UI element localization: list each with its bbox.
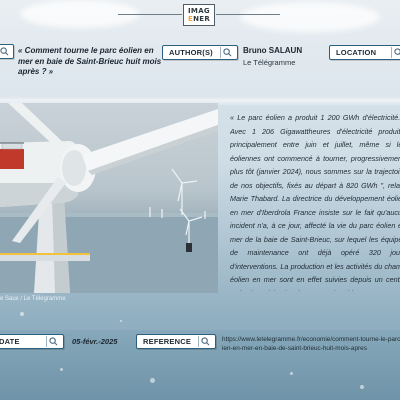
search-icon: [198, 336, 212, 347]
bubble: [360, 385, 364, 389]
location-tag: LOCATION: [329, 45, 400, 60]
bubble: [290, 372, 293, 375]
logo: IMAG ENER: [183, 4, 215, 26]
bubble: [150, 378, 155, 383]
reference-label: REFERENCE: [143, 337, 192, 346]
date-label: DATE: [0, 337, 20, 346]
reference-tag: REFERENCE: [136, 334, 216, 349]
authors-tag: AUTHOR(S): [162, 45, 238, 60]
search-icon: [391, 47, 400, 58]
cloud: [240, 2, 380, 32]
bubble: [60, 368, 63, 371]
article-excerpt: « Le parc éolien a produit 1 200 GWh d'é…: [230, 113, 400, 291]
location-label: LOCATION: [336, 48, 377, 57]
reference-link[interactable]: https://www.letelegramme.fr/economie/com…: [222, 335, 400, 353]
date-tag: DATE: [0, 334, 64, 349]
article-title: « Comment tourne le parc éolien en mer e…: [18, 46, 162, 76]
search-icon: [0, 46, 11, 57]
photo-credit: e Saux / Le Télégramme: [0, 296, 66, 302]
search-icon: [46, 336, 60, 347]
logo-rule-left: [118, 14, 182, 15]
logo-line-2-rest: NER: [193, 15, 211, 23]
author-organization: Le Télégramme: [243, 58, 296, 67]
bubble: [20, 312, 24, 316]
date-value: 05-févr.-2025: [72, 337, 118, 346]
wind-turbine-illustration: [0, 103, 218, 293]
title-tag: [0, 44, 14, 59]
logo-line-1: IMAG: [188, 7, 210, 15]
logo-rule-right: [216, 14, 280, 15]
bubble: [120, 320, 122, 322]
search-icon: [220, 47, 234, 58]
authors-label: AUTHOR(S): [169, 48, 213, 57]
wind-turbine-photo: [0, 103, 218, 293]
logo-line-2: ENER: [188, 15, 210, 23]
author-name: Bruno SALAUN: [243, 46, 303, 55]
